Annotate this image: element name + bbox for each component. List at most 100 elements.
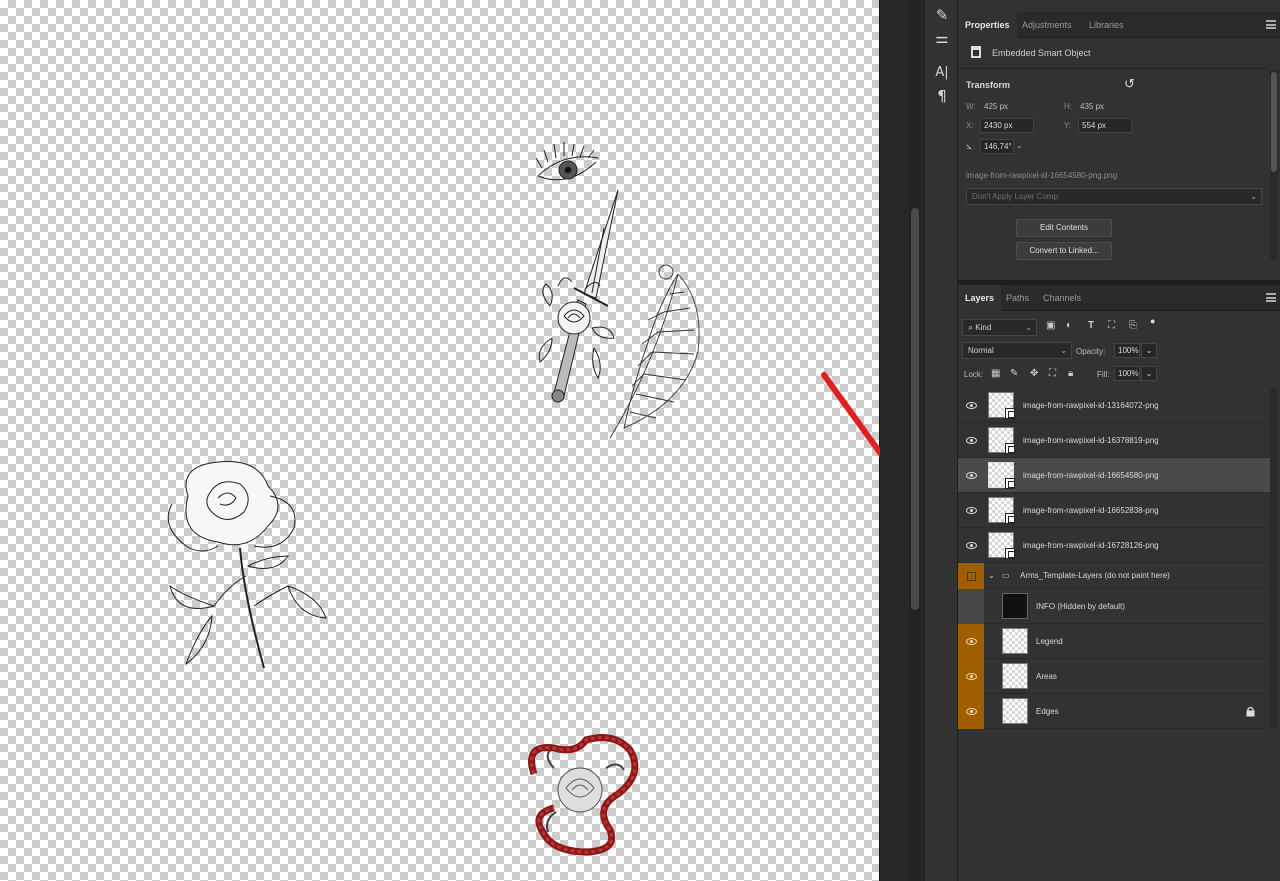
layer-row[interactable]: image-from-rawpixel-id-13164072-png xyxy=(958,388,1270,423)
filter-kind-value: Kind xyxy=(975,323,992,332)
visibility-toggle[interactable] xyxy=(958,694,984,729)
smart-object-badge-icon xyxy=(1005,443,1015,454)
visibility-toggle[interactable] xyxy=(958,624,984,659)
layer-thumbnail xyxy=(988,427,1015,454)
reset-transform-icon[interactable]: ↺ xyxy=(1124,76,1135,92)
group-expand-chevron-icon[interactable]: ⌄ xyxy=(988,571,995,580)
canvas-scroll-thumb[interactable] xyxy=(911,208,919,610)
angle-chevron-icon[interactable]: ⌄ xyxy=(1016,141,1023,150)
width-label: W: xyxy=(966,102,976,111)
layer-row[interactable]: image-from-rawpixel-id-16378819-png xyxy=(958,423,1270,458)
smart-object-badge-icon xyxy=(1005,513,1015,524)
lock-all-icon[interactable]: 🔒︎ xyxy=(1068,368,1073,379)
visibility-toggle[interactable] xyxy=(958,528,984,563)
character-panel-icon[interactable]: A| xyxy=(931,61,953,83)
fill-field[interactable]: 100% xyxy=(1114,366,1140,381)
x-position-field[interactable]: 2430 px xyxy=(980,118,1034,133)
layer-comp-value: Don't Apply Layer Comp xyxy=(972,192,1059,201)
smart-object-badge-icon xyxy=(1005,408,1015,419)
eye-icon xyxy=(965,402,977,409)
x-label: X: xyxy=(966,121,974,130)
paragraph-panel-icon[interactable]: ¶ xyxy=(931,85,953,107)
visibility-toggle[interactable] xyxy=(958,388,984,423)
layers-scrollbar[interactable] xyxy=(1270,388,1278,728)
adjust-sliders-icon[interactable]: ⚌ xyxy=(931,27,953,49)
layers-menu-icon[interactable] xyxy=(1266,293,1276,302)
layer-row[interactable]: Areas xyxy=(958,659,1270,694)
layer-name: Legend xyxy=(1036,637,1063,646)
width-value[interactable]: 425 px xyxy=(984,102,1008,111)
tab-adjustments[interactable]: Adjustments xyxy=(1015,12,1079,38)
layer-thumbnail xyxy=(1002,628,1028,654)
visibility-toggle[interactable] xyxy=(958,493,984,528)
brush-settings-icon[interactable]: ✎ xyxy=(931,4,953,26)
edit-contents-button[interactable]: Edit Contents xyxy=(1016,219,1112,237)
height-value[interactable]: 435 px xyxy=(1080,102,1104,111)
layer-name: image-from-rawpixel-id-16378819-png xyxy=(1023,436,1159,445)
blend-mode-dropdown[interactable]: Normal ⌄ xyxy=(962,342,1072,359)
visibility-toggle[interactable] xyxy=(958,458,984,493)
convert-to-linked-button[interactable]: Convert to Linked... xyxy=(1016,242,1112,260)
layer-thumbnail xyxy=(1002,698,1028,724)
layer-group-row[interactable]: ⌄ ▭ Arms_Template-Layers (do not paint h… xyxy=(958,563,1270,589)
layer-row[interactable]: INFO (Hidden by default) xyxy=(958,589,1270,624)
tab-layers[interactable]: Layers xyxy=(958,285,1002,311)
object-type-label: Embedded Smart Object xyxy=(992,48,1091,58)
filter-smart-object-icon[interactable]: ⎘ xyxy=(1129,320,1137,331)
lock-pixels-icon[interactable]: ✎ xyxy=(1010,368,1018,379)
properties-scroll-thumb[interactable] xyxy=(1271,72,1277,172)
layer-thumbnail xyxy=(1002,593,1028,619)
filter-shape-icon[interactable]: ⛶ xyxy=(1108,320,1115,331)
smart-object-badge-icon xyxy=(1005,548,1015,559)
visibility-toggle-hidden[interactable] xyxy=(958,589,984,624)
visibility-toggle[interactable] xyxy=(958,423,984,458)
properties-menu-icon[interactable] xyxy=(1266,20,1276,29)
filter-kind-dropdown[interactable]: ⌕ Kind ⌄ xyxy=(962,319,1037,336)
filter-type-icon[interactable]: T xyxy=(1088,320,1094,331)
eye-icon xyxy=(965,542,977,549)
angle-field[interactable]: 146,74° xyxy=(980,139,1014,154)
lock-label: Lock: xyxy=(964,370,984,379)
tab-paths[interactable]: Paths xyxy=(999,285,1036,311)
layer-name: Areas xyxy=(1036,672,1057,681)
eye-icon xyxy=(965,673,977,680)
eye-icon xyxy=(965,507,977,514)
lock-transparent-icon[interactable]: ▦ xyxy=(991,368,1000,379)
visibility-toggle-hidden[interactable] xyxy=(958,563,984,589)
layer-row[interactable]: Legend xyxy=(958,624,1270,659)
layer-comp-dropdown[interactable]: Don't Apply Layer Comp ⌄ xyxy=(966,188,1262,205)
layer-name: image-from-rawpixel-id-16728126-png xyxy=(1023,541,1159,550)
layer-group-name: Arms_Template-Layers (do not paint here) xyxy=(1020,571,1170,580)
lock-position-icon[interactable]: ✥ xyxy=(1030,368,1038,379)
empty-visibility-box-icon xyxy=(966,571,976,581)
opacity-field[interactable]: 100% xyxy=(1114,343,1140,358)
layer-thumbnail xyxy=(988,462,1015,489)
filter-adjustment-icon[interactable]: ◐ xyxy=(1066,320,1072,331)
filter-toggle-icon[interactable]: ● xyxy=(1150,316,1155,326)
tab-channels[interactable]: Channels xyxy=(1036,285,1088,311)
folder-icon: ▭ xyxy=(1002,571,1010,580)
layer-row[interactable]: Edges xyxy=(958,694,1270,729)
properties-tabbar: Properties Adjustments Libraries xyxy=(958,12,1280,38)
eye-icon xyxy=(965,638,977,645)
layer-row[interactable]: image-from-rawpixel-id-16728126-png xyxy=(958,528,1270,563)
smart-object-badge-icon xyxy=(1005,478,1015,489)
lock-icon xyxy=(1246,706,1255,717)
opacity-chevron-icon[interactable]: ⌄ xyxy=(1141,343,1157,358)
chevron-down-icon: ⌄ xyxy=(1060,346,1067,355)
y-position-field[interactable]: 554 px xyxy=(1078,118,1132,133)
layer-row[interactable]: image-from-rawpixel-id-16652838-png xyxy=(958,493,1270,528)
tab-libraries[interactable]: Libraries xyxy=(1082,12,1131,38)
eye-icon xyxy=(965,708,977,715)
fill-chevron-icon[interactable]: ⌄ xyxy=(1141,366,1157,381)
eye-icon xyxy=(965,472,977,479)
eye-icon xyxy=(965,437,977,444)
y-label: Y: xyxy=(1064,121,1072,130)
visibility-toggle[interactable] xyxy=(958,659,984,694)
layer-row-selected[interactable]: image-from-rawpixel-id-16654580-png xyxy=(958,458,1270,493)
lock-artboard-icon[interactable]: ⛶ xyxy=(1049,368,1056,379)
chevron-down-icon: ⌄ xyxy=(1025,323,1032,332)
filter-pixel-icon[interactable]: ▣ xyxy=(1046,320,1055,331)
layer-thumbnail xyxy=(988,532,1015,559)
tab-properties[interactable]: Properties xyxy=(958,12,1017,38)
